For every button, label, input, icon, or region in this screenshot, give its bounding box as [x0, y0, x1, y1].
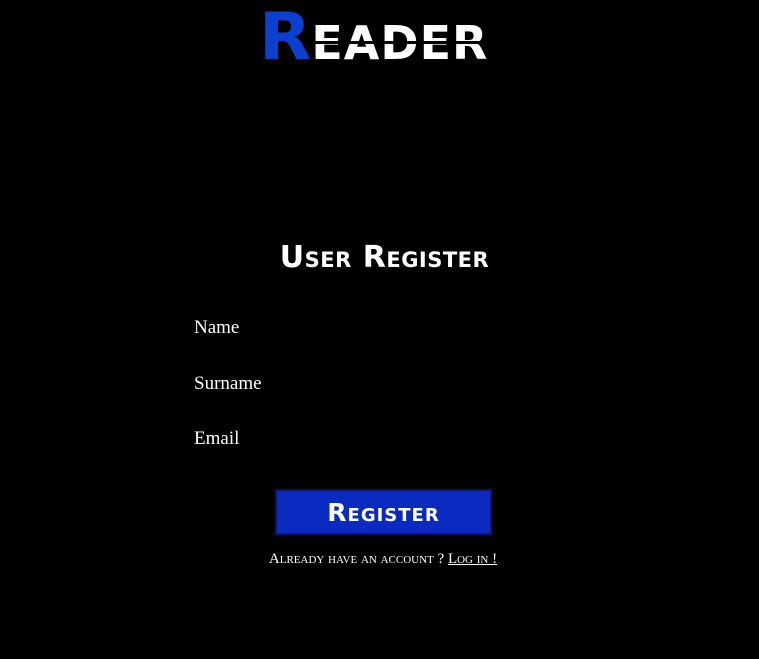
login-prompt-text: Already have an account ? — [268, 551, 445, 567]
page-title: User Register — [279, 240, 490, 275]
surname-field: Surname — [194, 371, 558, 399]
email-label: Email — [194, 428, 240, 449]
register-button[interactable]: Register — [275, 489, 492, 535]
logo-wordmark: EADER — [311, 20, 489, 66]
surname-input[interactable] — [284, 371, 558, 399]
name-label: Name — [194, 317, 240, 338]
surname-label: Surname — [194, 373, 262, 394]
email-input[interactable] — [284, 426, 558, 454]
logo-letter-r: R — [259, 0, 311, 76]
name-field: Name — [194, 315, 558, 343]
logo-stencil-stripe — [311, 41, 489, 44]
name-input[interactable] — [284, 315, 558, 343]
email-field: Email — [194, 426, 558, 454]
reader-logo: R EADER — [259, 0, 489, 76]
login-link[interactable]: Log in ! — [448, 551, 497, 567]
login-prompt: Already have an account ? Log in ! — [0, 551, 759, 568]
